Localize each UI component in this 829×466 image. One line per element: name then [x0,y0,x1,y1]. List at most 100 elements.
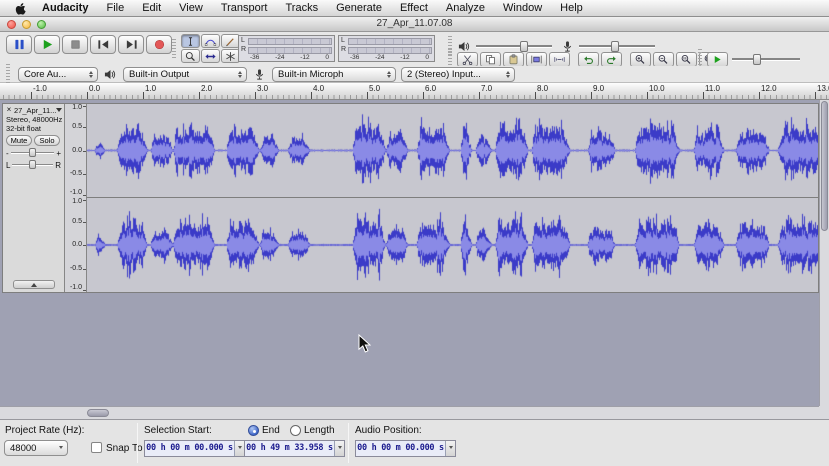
timeshift-tool-button[interactable] [201,49,220,63]
waveform-right-channel[interactable] [87,198,818,292]
ruler-tick [703,92,704,99]
pause-button[interactable] [6,35,32,54]
menu-bar: Audacity FileEditViewTransportTracksGene… [0,0,829,17]
stop-button[interactable] [62,35,88,54]
ruler-tick-label: 10.0 [649,84,665,93]
menu-window[interactable]: Window [494,0,551,16]
pan-right-label: R [55,161,61,170]
meter-scale-value: -24 [275,54,284,62]
meter-right-label: R [241,46,248,54]
rewind-button[interactable] [90,35,116,54]
vertical-scrollbar-thumb[interactable] [821,101,828,231]
copy-button[interactable] [480,52,501,67]
time-dropdown-icon[interactable] [234,441,244,456]
amplitude-tick [83,195,86,196]
selection-end-time[interactable]: 00 h 49 m 33.958 s [244,440,345,457]
mute-button[interactable]: Mute [6,135,32,146]
cut-button[interactable] [457,52,478,67]
ruler-tick-label: 5.0 [369,84,380,93]
ruler-tick [311,92,312,99]
redo-button[interactable] [601,52,622,67]
apple-menu[interactable] [8,2,33,15]
length-radio[interactable] [290,425,301,436]
selection-start-time[interactable]: 00 h 00 m 00.000 s [144,440,245,457]
menu-audacity[interactable]: Audacity [33,0,97,16]
playback-speed-slider[interactable] [730,53,802,66]
forward-button[interactable] [118,35,144,54]
vertical-scrollbar[interactable] [819,100,829,406]
menu-transport[interactable]: Transport [212,0,277,16]
project-rate-select[interactable]: 48000 [4,440,68,456]
project-rate-label: Project Rate (Hz): [5,425,84,436]
minimize-window-button[interactable] [22,20,31,29]
trim-icon [530,54,543,65]
menu-edit[interactable]: Edit [133,0,170,16]
time-dropdown-icon[interactable] [445,441,455,456]
record-button[interactable] [146,35,172,54]
track-title[interactable]: 27_Apr_11... [14,106,56,115]
toolbar-grip[interactable] [172,39,176,59]
pan-slider[interactable] [12,160,53,170]
envelope-tool-button[interactable] [201,34,220,48]
timeline-ruler[interactable]: -1.00.01.02.03.04.05.06.07.08.09.010.011… [0,83,829,100]
zoom-out-button[interactable] [653,52,674,67]
input-device-select[interactable]: Built-in Microph [272,67,396,82]
close-window-button[interactable] [7,20,16,29]
solo-button[interactable]: Solo [34,135,60,146]
silence-button[interactable] [549,52,570,67]
ruler-tick [591,92,592,99]
window-titlebar[interactable]: 27_Apr_11.07.08 [0,17,829,32]
ruler-tick-label: -1.0 [33,84,47,93]
selection-tool-button[interactable] [181,34,200,48]
zoom-tool-button[interactable] [181,49,200,63]
end-radio-label: End [262,425,280,436]
copy-icon [484,54,497,65]
play-at-speed-button[interactable] [707,52,728,67]
meter-right-label: R [341,46,348,54]
amplitude-tick [83,245,86,246]
combo-arrows-icon [234,69,246,80]
waveform-left-channel[interactable] [87,104,818,197]
play-button[interactable] [34,35,60,54]
menu-generate[interactable]: Generate [327,0,391,16]
zoom-sel-button[interactable] [676,52,697,67]
paste-button[interactable] [503,52,524,67]
zoom-in-button[interactable] [630,52,651,67]
recording-meter-bar-left [348,38,432,45]
track-menu-icon[interactable] [56,108,62,115]
ruler-tick-label: 1.0 [145,84,156,93]
menu-help[interactable]: Help [551,0,592,16]
ruler-tick [647,92,648,99]
audio-position-time[interactable]: 00 h 00 m 00.000 s [355,440,456,457]
undo-button[interactable] [578,52,599,67]
horizontal-scrollbar-thumb[interactable] [87,409,109,417]
output-device-select[interactable]: Built-in Output [123,67,247,82]
time-dropdown-icon[interactable] [334,441,344,456]
menu-view[interactable]: View [170,0,212,16]
slider-thumb[interactable] [753,54,761,65]
menu-file[interactable]: File [97,0,133,16]
menu-analyze[interactable]: Analyze [437,0,494,16]
input-channels-select[interactable]: 2 (Stereo) Input... [401,67,515,82]
toolbar-grip[interactable] [6,64,10,84]
menu-tracks[interactable]: Tracks [277,0,328,16]
horizontal-scrollbar[interactable] [0,406,819,419]
slider-thumb[interactable] [29,160,36,169]
gain-slider[interactable] [11,148,55,158]
trim-button[interactable] [526,52,547,67]
end-radio[interactable] [248,425,259,436]
envelope-icon [204,36,217,47]
snap-to-checkbox[interactable] [91,442,102,453]
track-area[interactable]: × 27_Apr_11... Stereo, 48000Hz 32-bit fl… [0,100,819,406]
statusbar-separator [348,423,349,463]
collapse-track-button[interactable] [13,280,55,289]
audio-host-select[interactable]: Core Au... [18,67,98,82]
ruler-tick [535,92,536,99]
menu-effect[interactable]: Effect [391,0,437,16]
zoom-window-button[interactable] [37,20,46,29]
playback-meter[interactable]: L R -36-24-120 [238,35,335,62]
amplitude-label: -0.5 [70,170,82,178]
recording-meter[interactable]: L R -36-24-120 [338,35,435,62]
close-track-button[interactable]: × [5,106,13,114]
slider-thumb[interactable] [29,148,36,157]
